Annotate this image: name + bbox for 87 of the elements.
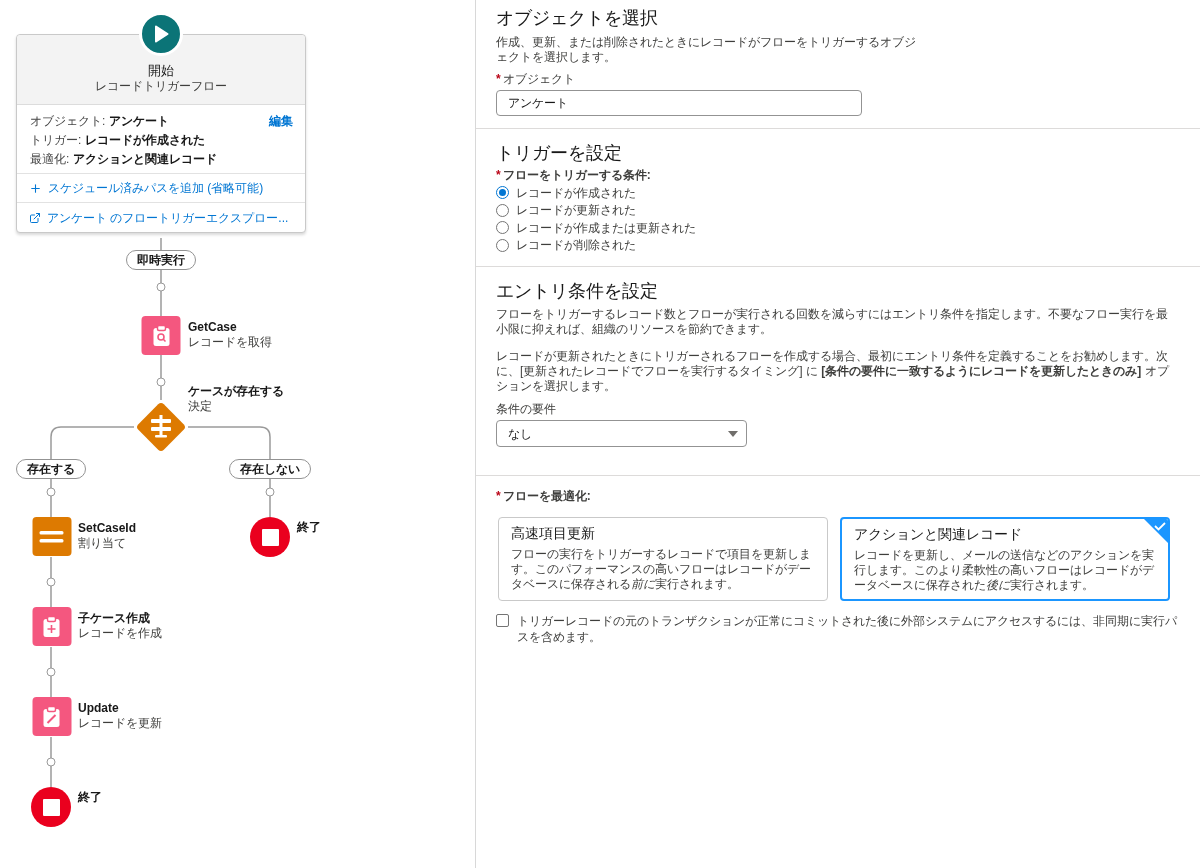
connector-line: [269, 495, 271, 518]
checkbox[interactable]: [496, 614, 509, 627]
path-label: 存在しない: [229, 459, 311, 479]
radio-button[interactable]: [496, 221, 509, 235]
radio-button[interactable]: [496, 186, 509, 200]
section-title: トリガーを設定: [496, 142, 623, 165]
node-title: 終了: [297, 520, 321, 535]
radio-option[interactable]: レコードが更新された: [496, 201, 1186, 219]
connector-line: [50, 646, 52, 669]
required-mark: *: [496, 72, 501, 87]
start-title: 開始: [148, 62, 174, 79]
node-type: レコードを取得: [188, 335, 272, 350]
radio-option[interactable]: レコードが作成または更新された: [496, 219, 1186, 237]
condition-select[interactable]: なし: [496, 420, 747, 447]
connector-dot[interactable]: [46, 757, 56, 767]
start-card[interactable]: 開始 レコードトリガーフロー オブジェクト: アンケート トリガー: レコードが作成された 最適化: アクションと関連レコード 編集 スケジュール済みパスを追加 (省略可能) アンケート のフロートリガーエクスプロー...: [16, 34, 306, 233]
card-description: レコードを更新し、メールの送信などのアクションを実行します。このより柔軟性の高いフローはレコードがデータベースに保存された後に実行されます。: [854, 548, 1155, 593]
required-mark: *: [496, 489, 501, 504]
section-description: レコードが更新されたときにトリガーされるフローを作成する場合、最初にエントリ条件を定義することをお勧めします。次に、[更新されたレコードでフローを実行するタイミング] に [条件の要件に一致するようにレコードを更新したときのみ] オプションを選択します。: [496, 349, 1171, 394]
node-type: 割り当て: [78, 536, 127, 551]
field-label: フローを最適化:: [502, 489, 591, 504]
connector-line: [160, 290, 162, 317]
radio-option[interactable]: レコードが作成された: [496, 184, 1186, 202]
connector-line: [50, 495, 52, 518]
trigger-detail: トリガー: レコードが作成された: [30, 132, 205, 148]
connector-dot[interactable]: [46, 667, 56, 677]
node-title: 子ケース作成: [78, 611, 151, 626]
section-description: フローをトリガーするレコード数とフローが実行される回数を減らすにはエントリ条件を指定します。不要なフロー実行を最小限に抑えれば、組織のリソースを節約できます。: [496, 307, 1169, 337]
connector-line: [50, 675, 52, 698]
path-label: 即時実行: [126, 250, 196, 270]
stop-icon[interactable]: [250, 517, 290, 557]
create-records-icon[interactable]: [32, 607, 71, 646]
connector-dot[interactable]: [46, 487, 56, 497]
node-type: レコードを作成: [78, 626, 162, 641]
assignment-icon[interactable]: [32, 517, 71, 556]
node-type: 決定: [188, 399, 213, 414]
trigger-explorer-link[interactable]: アンケート のフロートリガーエクスプロー...: [17, 203, 305, 232]
connector-line: [50, 477, 52, 489]
connector-line: [160, 267, 162, 284]
external-link-icon: [29, 211, 41, 224]
section-title: オブジェクトを選択: [496, 7, 659, 30]
card-title: アクションと関連レコード: [854, 525, 1023, 544]
connector-line: [160, 237, 162, 251]
connector-dot[interactable]: [156, 282, 166, 292]
connector-line: [160, 385, 162, 401]
connector-line: [50, 556, 52, 579]
path-label: 存在する: [16, 459, 86, 479]
connector-line: [50, 765, 52, 788]
node-title: Update: [78, 701, 120, 716]
optimization-card[interactable]: 高速項目更新 フローの実行をトリガーするレコードで項目を更新します。このパフォーマンスの高いフローはレコードがデータベースに保存される前に実行されます。: [498, 517, 828, 601]
check-icon: [1144, 519, 1168, 543]
node-title: ケースが存在する: [188, 384, 284, 399]
trigger-detail: オブジェクト: アンケート: [30, 113, 169, 129]
connector-line: [269, 477, 271, 489]
section-title: エントリ条件を設定: [496, 280, 659, 303]
radio-button[interactable]: [496, 203, 509, 217]
plus-icon: [29, 181, 42, 195]
dropdown-caret-icon: [728, 430, 738, 437]
start-subtitle: レコードトリガーフロー: [95, 79, 227, 94]
radio-button[interactable]: [496, 238, 509, 252]
trigger-detail: 最適化: アクションと関連レコード: [30, 151, 217, 167]
connector-line: [50, 585, 52, 608]
connector-dot[interactable]: [156, 377, 166, 387]
connector-line: [50, 736, 52, 759]
section-description: 作成、更新、または削除されたときにレコードがフローをトリガーするオブジェクトを選択します。: [496, 35, 917, 65]
get-records-icon[interactable]: [141, 316, 181, 355]
stop-icon[interactable]: [31, 787, 71, 827]
node-type: レコードを更新: [78, 716, 162, 731]
node-title: SetCaseId: [78, 521, 137, 536]
node-title: GetCase: [188, 320, 238, 335]
edit-link[interactable]: 編集: [269, 113, 293, 129]
field-label: オブジェクト: [502, 72, 575, 87]
card-description: フローの実行をトリガーするレコードで項目を更新します。このパフォーマンスの高いフローはレコードがデータベースに保存される前に実行されます。: [511, 547, 812, 592]
required-mark: *: [496, 168, 501, 183]
node-title: 終了: [78, 790, 102, 805]
object-field[interactable]: アンケート: [496, 90, 862, 116]
update-records-icon[interactable]: [32, 697, 71, 736]
connector-dot[interactable]: [46, 577, 56, 587]
connector-line: [160, 354, 162, 379]
field-label: 条件の要件: [496, 402, 557, 417]
field-label: フローをトリガーする条件:: [502, 168, 651, 183]
connector-dot[interactable]: [265, 487, 275, 497]
add-scheduled-path-link[interactable]: スケジュール済みパスを追加 (省略可能): [17, 174, 305, 203]
card-title: 高速項目更新: [511, 524, 596, 543]
radio-option[interactable]: レコードが削除された: [496, 236, 1186, 254]
async-path-checkbox-row[interactable]: トリガーレコードの元のトランザクションが正常にコミットされた後に外部システムにアクセスするには、非同期に実行パスを含めます。: [496, 613, 1186, 645]
optimization-card[interactable]: アクションと関連レコード レコードを更新し、メールの送信などのアクションを実行します。このより柔軟性の高いフローはレコードがデータベースに保存された後に実行されます。: [840, 517, 1170, 601]
